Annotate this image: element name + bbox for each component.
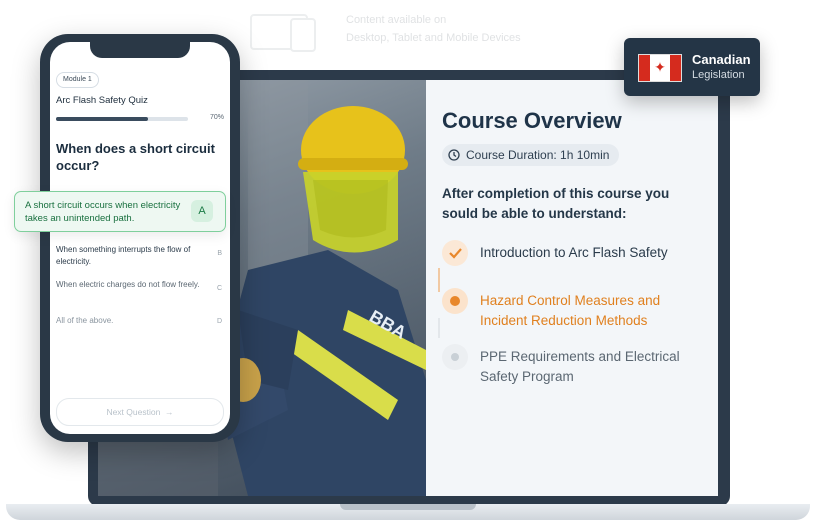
quiz-question: When does a short circuit occur?	[56, 141, 215, 173]
phone-notch	[90, 42, 190, 58]
arrow-right-icon: →	[162, 407, 174, 417]
answer-option-a-selected[interactable]: A short circuit occurs when electricity …	[14, 191, 226, 232]
answer-key: D	[216, 318, 222, 325]
badge-country: Canadian	[692, 52, 751, 67]
answer-option-c[interactable]: When electric charges do not flow freely…	[56, 279, 224, 305]
module-chip: Module 1	[56, 72, 99, 88]
next-question-label: Next Question	[106, 407, 161, 417]
quiz-screen: Module 1 Arc Flash Safety Quiz 70% When …	[50, 42, 230, 434]
course-title: Course Overview	[442, 108, 622, 133]
duration-text: Course Duration: 1h 10min	[466, 148, 610, 162]
step-item: Hazard Control Measures and Incident Red…	[442, 288, 712, 328]
checkmark-icon	[442, 240, 468, 266]
next-question-button[interactable]: Next Question →	[56, 398, 224, 426]
step-label-current: Hazard Control Measures and Incident Red…	[480, 293, 661, 328]
answer-text: A short circuit occurs when electricity …	[25, 200, 181, 224]
step-label: Introduction to Arc Flash Safety	[480, 245, 668, 260]
answer-key: A	[191, 200, 213, 222]
step-item: PPE Requirements and Electrical Safety P…	[442, 344, 712, 384]
course-intro: After completion of this course you soul…	[442, 186, 670, 221]
clock-icon	[448, 149, 460, 161]
answer-text: All of the above.	[56, 316, 114, 325]
phone-icon	[290, 18, 316, 52]
devices-hint-line2: Desktop, Tablet and Mobile Devices	[346, 32, 521, 44]
course-overview-panel: Course Overview Course Duration: 1h 10mi…	[426, 80, 718, 496]
devices-hint-line1: Content available on	[346, 14, 447, 26]
quiz-progress-fill	[56, 117, 149, 121]
timeline-connector	[438, 318, 440, 338]
badge-subtitle: Legislation	[692, 69, 745, 81]
quiz-progress-bar	[56, 117, 188, 121]
current-step-icon	[442, 288, 468, 314]
duration-chip: Course Duration: 1h 10min	[442, 144, 620, 166]
laptop-notch	[340, 504, 476, 510]
timeline-connector	[438, 268, 440, 292]
upcoming-step-icon	[442, 344, 468, 370]
quiz-progress-label: 70%	[210, 114, 225, 121]
step-label: PPE Requirements and Electrical Safety P…	[480, 349, 680, 384]
answer-option-b[interactable]: When something interrupts the flow of el…	[56, 244, 224, 270]
quiz-title: Arc Flash Safety Quiz	[56, 95, 148, 106]
canada-flag-icon: ✦	[638, 54, 682, 82]
answer-text: When electric charges do not flow freely…	[56, 280, 200, 289]
answer-key: C	[216, 285, 222, 292]
devices-hint: Content available on Desktop, Tablet and…	[250, 12, 550, 52]
legislation-badge: ✦ Canadian Legislation	[624, 38, 760, 96]
answer-key: B	[217, 250, 222, 257]
answer-text: When something interrupts the flow of el…	[56, 245, 191, 266]
answer-option-d[interactable]: All of the above. D	[56, 315, 224, 331]
step-item: Introduction to Arc Flash Safety	[442, 240, 712, 280]
